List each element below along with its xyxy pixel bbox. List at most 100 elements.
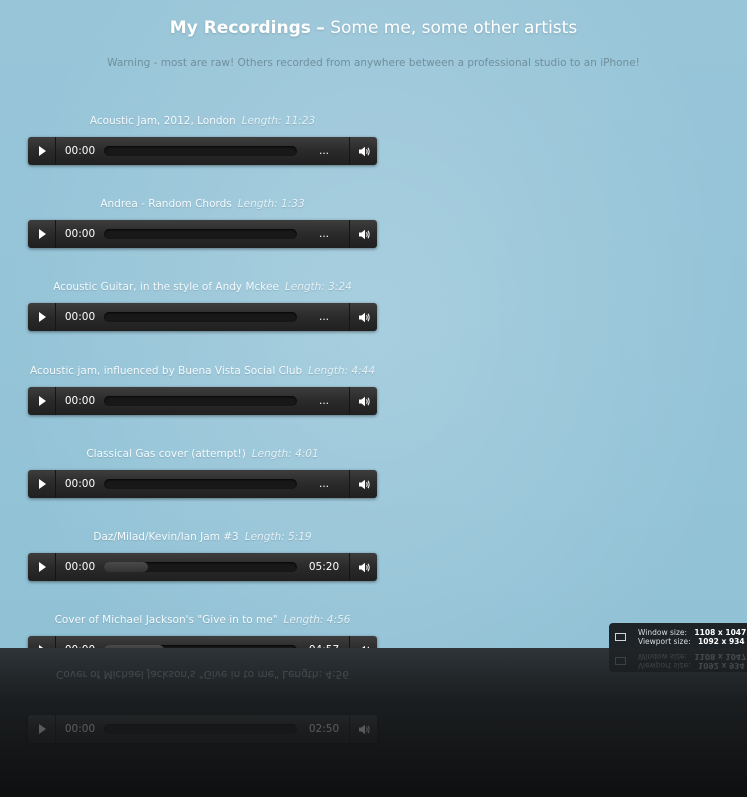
- current-time: 00:00: [64, 561, 96, 573]
- reflection-current-time: 00:00: [64, 723, 96, 735]
- reflection-size-overlay: Viewport size: 1092 x 934 Window size: 1…: [609, 648, 747, 672]
- track-title: Classical Gas cover (attempt!) Length: 4:…: [28, 443, 377, 465]
- track-item: Classical Gas cover (attempt!) Length: 4:…: [28, 443, 377, 498]
- progress-bar[interactable]: [104, 479, 297, 489]
- window-size-label: Window size:: [638, 628, 688, 637]
- volume-button[interactable]: [349, 220, 377, 248]
- track-item: Cover of Michael Jackson's "Give in to m…: [28, 609, 377, 648]
- total-time: ...: [318, 395, 329, 407]
- volume-button[interactable]: [349, 636, 377, 648]
- current-time: 00:00: [64, 478, 96, 490]
- track-length: Length: 3:24: [284, 281, 352, 293]
- total-time: ...: [318, 311, 329, 323]
- play-icon: [39, 229, 46, 239]
- current-time: 00:00: [64, 228, 96, 240]
- play-button[interactable]: [28, 470, 56, 498]
- reflection-audio-player: 00:00 02:50: [28, 715, 377, 743]
- reflection-title: Cover of Michael Jackson's "Give in to m…: [56, 668, 349, 680]
- reflection-size-row: Viewport size: 1092 x 934 Window size: 1…: [615, 652, 746, 670]
- viewport-size-label: Viewport size:: [638, 637, 691, 646]
- play-button[interactable]: [28, 553, 56, 581]
- track-length: Length: 4:44: [308, 365, 375, 377]
- track-item: Andrea - Random Chords Length: 1:33 00:00.…: [28, 193, 377, 248]
- play-button[interactable]: [28, 387, 56, 415]
- play-button[interactable]: [28, 137, 56, 165]
- reflection-volume-button: [349, 715, 377, 743]
- page: My Recordings – Some me, some other arti…: [0, 0, 747, 648]
- total-time: ...: [318, 228, 329, 240]
- volume-button[interactable]: [349, 553, 377, 581]
- track-length: Length: 4:01: [251, 448, 319, 460]
- track-title: Cover of Michael Jackson's "Give in to m…: [28, 609, 377, 631]
- window-size-value: 1108 x 1047: [694, 628, 747, 637]
- track-title: Andrea - Random Chords Length: 1:33: [28, 193, 377, 215]
- audio-player: 00:00...: [28, 387, 377, 415]
- monitor-icon: [615, 633, 626, 641]
- progress-bar[interactable]: [104, 312, 297, 322]
- play-icon: [39, 562, 46, 572]
- play-icon: [39, 396, 46, 406]
- audio-player: 00:00 05:20: [28, 553, 377, 581]
- total-time: ...: [318, 478, 329, 490]
- track-title: Acoustic jam, influenced by Buena Vista …: [28, 360, 377, 382]
- play-icon: [39, 312, 46, 322]
- track-name: Daz/Milad/Kevin/Ian Jam #3: [93, 531, 239, 543]
- track-length: Length: 4:56: [283, 614, 351, 626]
- track-title: Daz/Milad/Kevin/Ian Jam #3 Length: 5:19: [28, 526, 377, 548]
- progress-fill: [104, 562, 149, 572]
- title-separator: –: [316, 18, 325, 38]
- current-time: 00:00: [64, 311, 96, 323]
- track-title: Acoustic Guitar, in the style of Andy Mc…: [28, 276, 377, 298]
- play-button[interactable]: [28, 220, 56, 248]
- page-title: My Recordings: [169, 18, 311, 38]
- track-name: Acoustic jam, influenced by Buena Vista …: [30, 365, 303, 377]
- audio-player: 00:00...: [28, 303, 377, 331]
- track-item: Acoustic jam, influenced by Buena Vista …: [28, 360, 377, 415]
- volume-button[interactable]: [349, 303, 377, 331]
- track-item: Acoustic Guitar, in the style of Andy Mc…: [28, 276, 377, 331]
- speaker-icon: [358, 724, 370, 734]
- reflection-area: Cover of Michael Jackson's "Give in to m…: [0, 648, 747, 797]
- reflection-window-label: Window size:: [638, 652, 688, 661]
- volume-button[interactable]: [349, 470, 377, 498]
- reflection-progress-bar: [104, 724, 297, 734]
- speaker-icon: [358, 479, 370, 489]
- window-size-row: Window size: 1108 x 1047 Viewport size: …: [615, 628, 746, 646]
- audio-player: 00:0004:57: [28, 636, 377, 648]
- volume-button[interactable]: [349, 137, 377, 165]
- play-icon: [39, 146, 46, 156]
- volume-button[interactable]: [349, 387, 377, 415]
- speaker-icon: [358, 396, 370, 406]
- play-icon: [39, 724, 46, 734]
- track-length: Length: 1:33: [237, 198, 305, 210]
- speaker-icon: [358, 229, 370, 239]
- reflection-window-value: 1108 x 1047: [694, 652, 747, 661]
- track-name: Acoustic Guitar, in the style of Andy Mc…: [53, 281, 279, 293]
- track-item: Acoustic Jam, 2012, London Length: 11:23 0…: [28, 110, 377, 165]
- play-icon: [39, 479, 46, 489]
- speaker-icon: [358, 146, 370, 156]
- track-title: Acoustic Jam, 2012, London Length: 11:23: [28, 110, 377, 132]
- track-item: Daz/Milad/Kevin/Ian Jam #3 Length: 5:19 00…: [28, 526, 377, 581]
- track-length: Length: 11:23: [241, 115, 316, 127]
- viewport-size-value: 1092 x 934: [698, 637, 745, 646]
- play-button[interactable]: [28, 636, 56, 648]
- audio-player: 00:00...: [28, 220, 377, 248]
- reflection-total-time: 02:50: [308, 723, 340, 735]
- page-heading: My Recordings – Some me, some other arti…: [0, 18, 747, 38]
- play-button[interactable]: [28, 303, 56, 331]
- track-name: Andrea - Random Chords: [100, 198, 232, 210]
- reflection-play-button: [28, 715, 56, 743]
- track-name: Classical Gas cover (attempt!): [86, 448, 246, 460]
- progress-bar[interactable]: [104, 396, 297, 406]
- total-time: ...: [318, 145, 329, 157]
- audio-player: 00:00...: [28, 470, 377, 498]
- reflection-viewport-value: 1092 x 934: [698, 661, 745, 670]
- progress-bar[interactable]: [104, 229, 297, 239]
- progress-bar[interactable]: [104, 562, 297, 572]
- progress-bar[interactable]: [104, 146, 297, 156]
- track-name: Cover of Michael Jackson's "Give in to m…: [54, 614, 278, 626]
- page-subtitle: Some me, some other artists: [330, 18, 578, 38]
- monitor-icon: [615, 657, 626, 665]
- reflection-viewport-label: Viewport size:: [638, 661, 691, 670]
